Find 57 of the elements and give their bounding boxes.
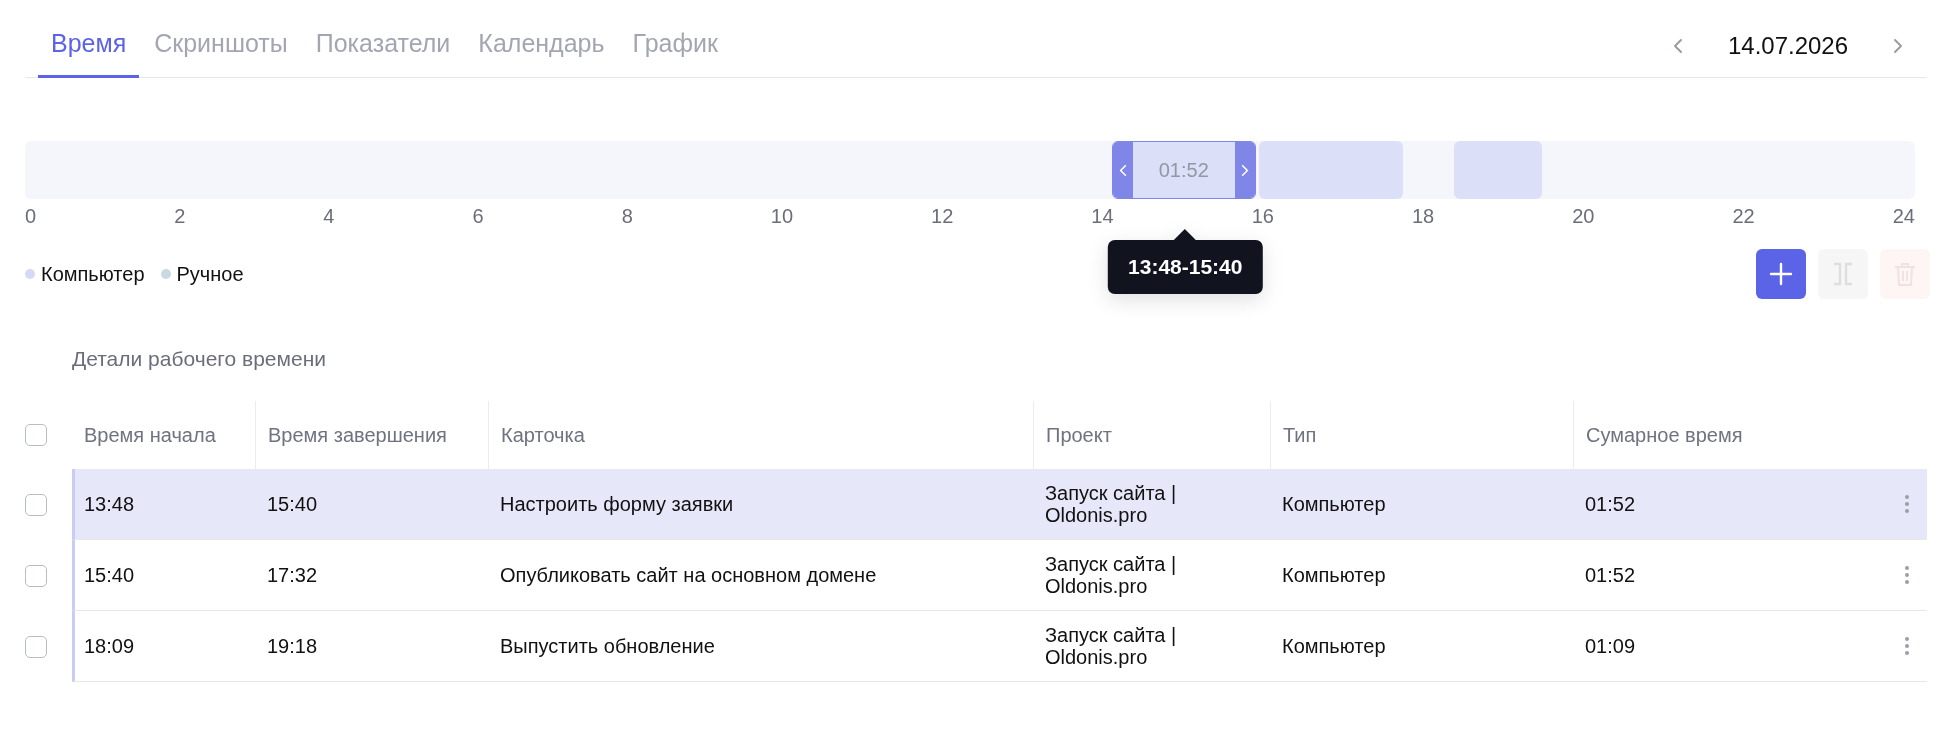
table-cell: 15:40 [267,492,318,516]
table-cell: 15:40 [84,563,135,587]
hour-tick-label: 18 [1411,204,1435,228]
checkbox[interactable] [25,424,47,446]
hour-tick-label: 10 [770,204,794,228]
tab[interactable]: Время [38,29,140,78]
hour-tick-label: 0 [25,204,37,228]
table-cell-text: Запуск сайта | Oldonis.pro [1045,553,1178,597]
resize-handle[interactable] [1112,142,1133,198]
resize-handle[interactable] [1234,142,1255,198]
table-cell-text: Запуск сайта | Oldonis.pro [1045,482,1178,526]
tab[interactable]: Скриншоты [141,29,301,78]
hour-tick-label: 4 [323,204,335,228]
tab[interactable]: Показатели [302,29,464,78]
segment-duration: 01:52 [1157,157,1210,183]
hour-tick-label: 8 [621,204,633,228]
table-cell: 19:18 [267,634,318,658]
time-segment[interactable]: 01:52 [1111,141,1256,199]
checkbox[interactable] [25,493,47,516]
table-cell: 01:52 [1585,492,1636,516]
date-label: 14.07.2026 [1726,32,1850,60]
table-cell: Компьютер [1282,492,1386,516]
table-cell: Настроить форму заявки [500,492,734,516]
table-cell: 01:09 [1585,634,1636,658]
tab[interactable]: График [619,29,731,78]
hour-tick-label: 16 [1251,204,1274,228]
add-button[interactable] [1756,249,1806,299]
legend-label: Ручное [176,262,244,286]
tooltip-pointer-icon [1174,229,1197,240]
chevron-right-icon [1893,38,1903,54]
chevron-left-icon [1118,163,1127,177]
table-cell: 01:52 [1585,563,1636,587]
table-cell: 13:48 [84,492,135,516]
table-cell: Компьютер [1282,634,1386,658]
chevron-left-icon [1673,38,1683,54]
tab[interactable]: Календарь [465,29,618,78]
time-range-tooltip: 13:48-15:40 [1108,240,1263,294]
chevron-right-icon [1240,163,1249,177]
checkbox[interactable] [25,635,47,658]
column-header: Время начала [83,422,217,448]
hour-tick-label: 22 [1732,204,1755,228]
hour-tick-label: 14 [1091,204,1114,228]
table-cell: Опубликовать сайт на основном домене [500,563,877,587]
table-cell: Компьютер [1282,563,1386,587]
hour-tick-label: 2 [174,204,186,228]
hour-tick-label: 20 [1572,204,1595,228]
hour-tick-label: 12 [931,204,954,228]
section-title: Детали рабочего времени [72,347,326,371]
table-cell-text: Запуск сайта | Oldonis.pro [1045,624,1178,668]
plus-icon [1769,262,1793,286]
table-cell: Выпустить обновление [500,634,715,658]
hour-tick-label: 24 [1892,204,1915,228]
legend-label: Компьютер [41,262,145,286]
hour-tick-label: 6 [472,204,484,228]
checkbox[interactable] [25,564,47,587]
table-cell: 18:09 [84,634,135,658]
table-cell: 17:32 [267,563,318,587]
